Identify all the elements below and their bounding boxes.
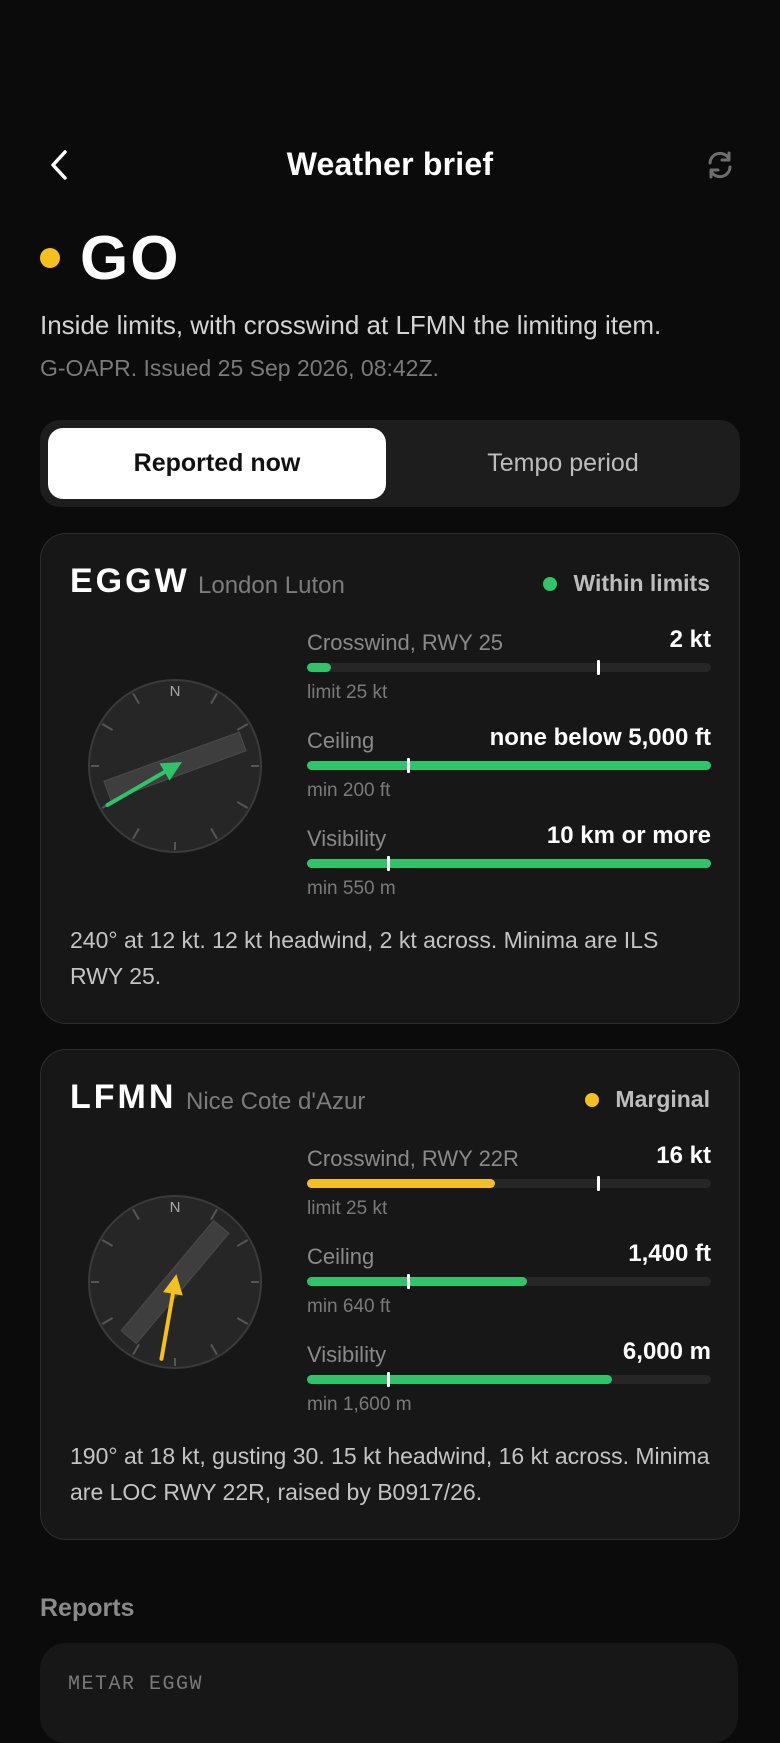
- status-badge: Within limits: [543, 570, 710, 597]
- ceiling-min-marker: [407, 1274, 410, 1289]
- compass-north-label: N: [170, 683, 181, 700]
- ceiling-minimum: min 200 ft: [307, 780, 391, 801]
- ceiling-metric: Ceiling none below 5,000 ft min 200 ft: [307, 724, 711, 808]
- ceiling-min-marker: [407, 758, 410, 773]
- wind-note: 190° at 18 kt, gusting 30. 15 kt headwin…: [70, 1443, 710, 1505]
- ceiling-minimum: min 640 ft: [307, 1296, 391, 1317]
- crosswind-bar: [307, 1176, 711, 1191]
- page-title: Weather brief: [286, 146, 494, 182]
- status-label: Marginal: [615, 1086, 710, 1112]
- refresh-button[interactable]: [700, 145, 740, 185]
- crosswind-value: 2 kt: [669, 626, 711, 653]
- visibility-min-marker: [386, 856, 390, 871]
- ceiling-bar: [307, 758, 711, 773]
- crosswind-bar: [307, 660, 711, 675]
- crosswind-value: 16 kt: [656, 1142, 711, 1169]
- visibility-bar: [307, 856, 711, 871]
- wind-note: 240° at 12 kt. 12 kt headwind, 2 kt acro…: [70, 927, 659, 989]
- visibility-min-marker: [386, 1372, 390, 1387]
- crosswind-metric: Crosswind, RWY 22R 16 kt limit 25 kt: [307, 1142, 711, 1226]
- airport-name: London Luton: [198, 572, 345, 599]
- ceiling-metric: Ceiling 1,400 ft min 640 ft: [307, 1240, 711, 1324]
- verdict-summary: Inside limits, with crosswind at LFMN th…: [40, 310, 662, 340]
- verdict-word: GO: [80, 223, 181, 293]
- wind-compass: N: [88, 679, 262, 853]
- crosswind-limit-marker: [596, 660, 600, 675]
- status-dot: [585, 1092, 600, 1107]
- ceiling-bar: [307, 1274, 711, 1289]
- visibility-bar: [307, 1372, 711, 1387]
- crosswind-limit: limit 25 kt: [307, 1198, 388, 1219]
- tab-reported-now[interactable]: Reported now: [48, 428, 386, 499]
- refresh-icon: [708, 151, 732, 179]
- report-card[interactable]: METAR EGGW: [40, 1643, 738, 1743]
- ceiling-label: Ceiling: [307, 1244, 375, 1269]
- report-label: METAR EGGW: [68, 1673, 204, 1696]
- airport-name: Nice Cote d'Azur: [186, 1088, 366, 1115]
- visibility-minimum: min 1,600 m: [307, 1394, 412, 1415]
- crosswind-limit: limit 25 kt: [307, 682, 388, 703]
- airport-icao: EGGW: [70, 562, 190, 600]
- crosswind-limit-marker: [596, 1176, 600, 1191]
- reports-heading: Reports: [40, 1594, 135, 1622]
- visibility-label: Visibility: [307, 1342, 387, 1367]
- crosswind-bar-fill: [307, 1179, 495, 1188]
- status-label: Within limits: [573, 570, 710, 596]
- crosswind-bar-fill: [307, 663, 332, 672]
- airport-icao: LFMN: [70, 1078, 177, 1116]
- status-dot: [543, 576, 558, 591]
- top-bar: Weather brief: [0, 140, 780, 190]
- crosswind-label: Crosswind, RWY 22R: [307, 1146, 519, 1171]
- tab-tempo-period[interactable]: Tempo period: [394, 428, 732, 499]
- ceiling-value: 1,400 ft: [628, 1240, 711, 1267]
- verdict: GO: [40, 222, 180, 294]
- wind-compass: N: [88, 1195, 262, 1369]
- ceiling-label: Ceiling: [307, 728, 375, 753]
- visibility-bar-fill: [307, 1375, 613, 1384]
- status-badge: Marginal: [585, 1086, 710, 1113]
- verdict-status-dot: [40, 248, 60, 268]
- airport-card[interactable]: LFMN Nice Cote d'Azur Marginal N Crosswi…: [40, 1049, 740, 1540]
- ceiling-bar-fill: [307, 1277, 528, 1286]
- visibility-minimum: min 550 m: [307, 878, 396, 899]
- ceiling-value: none below 5,000 ft: [489, 724, 711, 751]
- ceiling-bar-fill: [307, 761, 711, 770]
- compass-north-label: N: [170, 1199, 181, 1216]
- issued-line: G-OAPR. Issued 25 Sep 2026, 08:42Z.: [40, 355, 439, 381]
- crosswind-label: Crosswind, RWY 25: [307, 630, 504, 655]
- airport-card[interactable]: EGGW London Luton Within limits N Crossw…: [40, 533, 740, 1024]
- visibility-metric: Visibility 6,000 m min 1,600 m: [307, 1338, 711, 1422]
- visibility-value: 6,000 m: [622, 1338, 711, 1365]
- visibility-metric: Visibility 10 km or more min 550 m: [307, 822, 711, 906]
- visibility-bar-fill: [307, 859, 711, 868]
- visibility-value: 10 km or more: [546, 822, 711, 849]
- period-toggle: Reported now Tempo period: [40, 420, 740, 507]
- crosswind-metric: Crosswind, RWY 25 2 kt limit 25 kt: [307, 626, 711, 710]
- visibility-label: Visibility: [307, 826, 387, 851]
